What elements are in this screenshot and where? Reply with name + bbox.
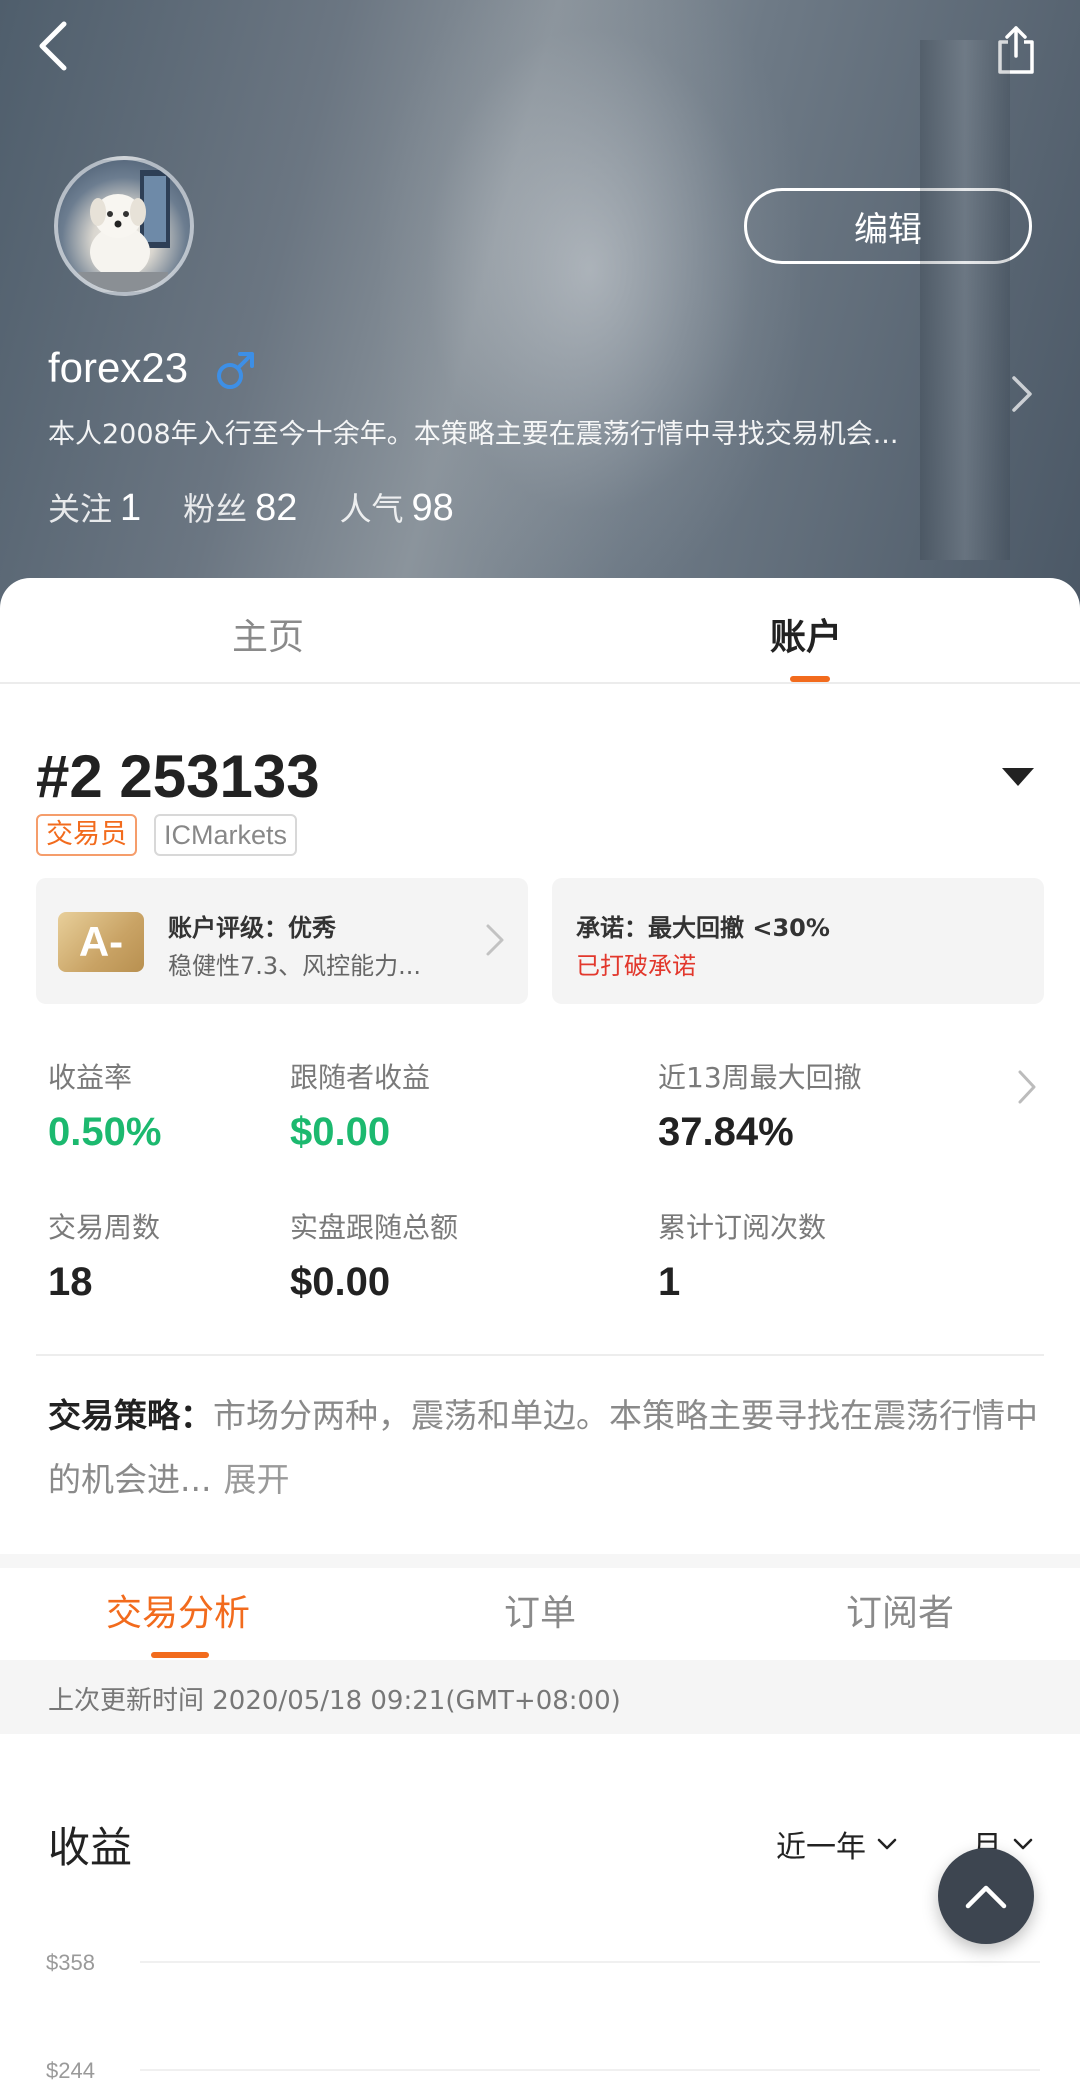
- profile-stats: 关注 1 粉丝 82 人气 98: [48, 484, 454, 530]
- stat-popularity: 人气 98: [339, 484, 453, 530]
- profile-header: 编辑 forex23 本人2008年入行至今十余年。本策略主要在震荡行情中寻找交…: [0, 0, 1080, 610]
- scroll-to-top-button[interactable]: [938, 1848, 1034, 1944]
- metric-value: 37.84%: [658, 1110, 794, 1154]
- metric-max-drawdown[interactable]: 近13周最大回撤 37.84%: [658, 1056, 862, 1155]
- active-tab-indicator: [151, 1652, 209, 1658]
- profile-tabs: 主页 账户: [0, 578, 1080, 684]
- stat-following[interactable]: 关注 1: [48, 484, 141, 530]
- range-filter-dropdown[interactable]: 近一年: [776, 1822, 898, 1866]
- metric-subscription-count: 累计订阅次数 1: [658, 1206, 826, 1305]
- metric-label: 交易周数: [48, 1211, 161, 1244]
- rating-title: 账户评级：优秀: [168, 914, 336, 942]
- metric-value: $0.00: [290, 1110, 391, 1154]
- profit-section-title: 收益: [48, 1823, 133, 1872]
- update-bar: 上次更新时间 2020/05/18 09:21(GMT+08:00): [0, 1660, 1080, 1734]
- grid-line: [140, 1961, 1040, 1963]
- metric-value: 1: [658, 1260, 681, 1304]
- analysis-tabs: 交易分析 订单 订阅者: [0, 1568, 1080, 1660]
- y-axis-tick: $358: [46, 1950, 95, 1975]
- tab-home[interactable]: 主页: [232, 608, 304, 660]
- tab-orders[interactable]: 订单: [504, 1584, 576, 1636]
- stat-label: 关注: [48, 490, 113, 528]
- promise-card: 承诺：最大回撤 <30% 已打破承诺: [552, 878, 1044, 1004]
- tab-subscribers[interactable]: 订阅者: [846, 1584, 954, 1636]
- y-axis-tick: $244: [46, 2058, 95, 2082]
- section-divider: [0, 1554, 1080, 1568]
- divider: [36, 1354, 1044, 1356]
- promise-status: 已打破承诺: [576, 952, 696, 980]
- avatar[interactable]: [54, 156, 194, 296]
- metric-value: 18: [48, 1260, 93, 1304]
- role-tag: 交易员: [36, 814, 137, 856]
- range-filter-label: 近一年: [776, 1830, 866, 1865]
- metric-label: 收益率: [48, 1061, 133, 1094]
- account-card: 主页 账户 #2 253133 交易员 ICMarkets A- 账户评级：优秀…: [0, 578, 1080, 2082]
- metric-value: $0.00: [290, 1260, 391, 1304]
- metric-label: 实盘跟随总额: [290, 1211, 459, 1244]
- tab-account[interactable]: 账户: [770, 608, 842, 660]
- rating-subtitle: 稳健性7.3、风控能力...: [168, 952, 422, 980]
- metric-follower-profit: 跟随者收益 $0.00: [290, 1056, 430, 1155]
- broker-tag: ICMarkets: [154, 814, 298, 856]
- stat-label: 人气: [339, 490, 404, 528]
- share-icon: [998, 26, 1034, 74]
- last-updated-text: 上次更新时间 2020/05/18 09:21(GMT+08:00): [48, 1686, 621, 1716]
- chevron-right-icon[interactable]: [1014, 1064, 1040, 1110]
- chevron-down-icon: [1013, 1838, 1033, 1850]
- chevron-up-icon: [965, 1885, 1007, 1909]
- stat-value: 98: [411, 487, 454, 529]
- metric-live-follow-amount: 实盘跟随总额 $0.00: [290, 1206, 458, 1305]
- grade-badge: A-: [58, 912, 144, 972]
- metric-trading-weeks: 交易周数 18: [48, 1206, 160, 1305]
- dog-avatar-icon: [78, 170, 170, 292]
- metric-return-rate: 收益率 0.50%: [48, 1056, 161, 1155]
- chevron-right-icon: [486, 924, 504, 956]
- chevron-right-icon[interactable]: [1006, 372, 1036, 416]
- stat-followers[interactable]: 粉丝 82: [183, 484, 297, 530]
- stat-value: 82: [255, 487, 298, 529]
- stat-label: 粉丝: [183, 490, 248, 528]
- share-button[interactable]: [988, 18, 1044, 82]
- metric-label: 累计订阅次数: [658, 1211, 827, 1244]
- stat-value: 1: [120, 487, 142, 529]
- edit-profile-button[interactable]: 编辑: [744, 188, 1032, 264]
- metric-label: 跟随者收益: [290, 1061, 431, 1094]
- chevron-left-icon: [39, 21, 67, 71]
- trading-strategy: 交易策略：市场分两种，震荡和单边。本策略主要寻找在震荡行情中的机会进... 展开: [48, 1384, 1038, 1512]
- account-rating-card[interactable]: A- 账户评级：优秀 稳健性7.3、风控能力...: [36, 878, 528, 1004]
- active-tab-indicator: [790, 676, 830, 682]
- promise-title: 承诺：最大回撤 <30%: [576, 914, 830, 942]
- account-dropdown-icon[interactable]: [1002, 768, 1034, 786]
- metric-label: 近13周最大回撤: [658, 1061, 862, 1094]
- profile-bio: 本人2008年入行至今十余年。本策略主要在震荡行情中寻找交易机会...: [48, 419, 899, 450]
- username: forex23: [48, 344, 189, 391]
- tab-trade-analysis[interactable]: 交易分析: [106, 1584, 250, 1636]
- account-number: #2 253133: [36, 743, 320, 810]
- metric-value: 0.50%: [48, 1110, 162, 1154]
- male-gender-icon: [217, 352, 254, 389]
- grid-line: [140, 2069, 1040, 2071]
- chevron-down-icon: [877, 1838, 897, 1850]
- back-button[interactable]: [26, 14, 82, 78]
- strategy-label: 交易策略：: [48, 1396, 213, 1435]
- expand-link[interactable]: 展开: [223, 1460, 289, 1499]
